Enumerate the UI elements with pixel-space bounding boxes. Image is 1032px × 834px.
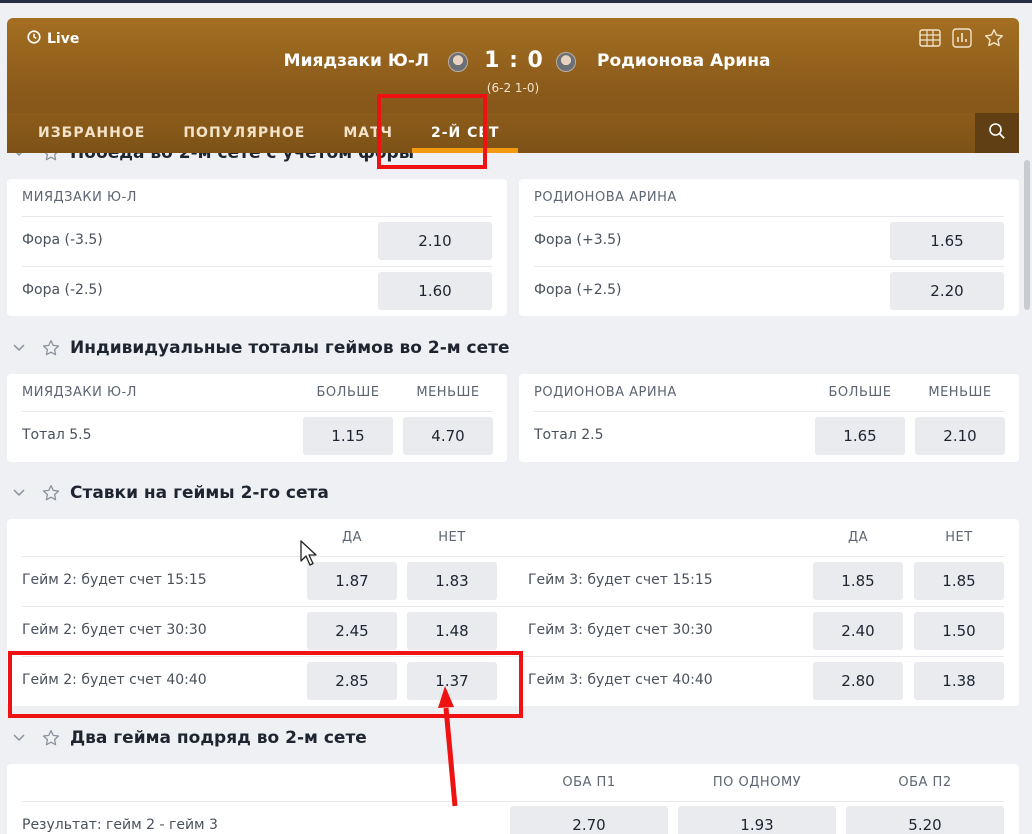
divider	[22, 266, 492, 267]
column-header: ОБА П2	[898, 775, 952, 790]
market-label: Фора (+2.5)	[534, 282, 622, 298]
page: Live Миядзаки Ю-Л 1 : 0 Родионова Арина …	[0, 0, 1032, 834]
odd-button[interactable]: 1.87	[307, 562, 397, 600]
two-games-card: ОБА П1 ПО ОДНОМУ ОБА П2 Результат: гейм …	[7, 764, 1019, 834]
totals-card-left: МИЯДЗАКИ Ю-Л БОЛЬШЕ МЕНЬШЕ Тотал 5.5 1.1…	[7, 374, 507, 462]
card-head: МИЯДЗАКИ Ю-Л	[22, 190, 137, 205]
odd-button[interactable]: 1.65	[815, 417, 905, 455]
section-title-two-games[interactable]: Два гейма подряд во 2-м сете	[0, 723, 600, 753]
market-label: Результат: гейм 2 - гейм 3	[22, 817, 218, 833]
team2-name[interactable]: Родионова Арина	[597, 51, 771, 71]
odd-button[interactable]: 4.70	[403, 417, 493, 455]
live-indicator: Live	[27, 30, 79, 48]
column-header: БОЛЬШЕ	[828, 385, 892, 400]
annotation-box-row	[8, 651, 523, 718]
column-header-no: НЕТ	[438, 530, 466, 545]
match-scoreline: Миядзаки Ю-Л 1 : 0 Родионова Арина	[7, 48, 1019, 78]
odd-button[interactable]: 1.85	[813, 562, 903, 600]
odd-button[interactable]: 1.38	[914, 662, 1004, 700]
market-label: Тотал 2.5	[534, 427, 604, 443]
odd-button[interactable]: 5.20	[846, 806, 1004, 834]
odd-button[interactable]: 1.60	[378, 272, 492, 310]
top-border	[0, 0, 1032, 3]
market-label: Фора (-2.5)	[22, 282, 103, 298]
divider	[534, 216, 1004, 217]
odd-button[interactable]: 2.80	[813, 662, 903, 700]
market-label: Гейм 3: будет счет 15:15	[528, 572, 713, 588]
tab-favorites-front[interactable]: ИЗБРАННОЕ	[19, 113, 164, 153]
star-icon[interactable]	[42, 339, 60, 357]
market-tabs-front: ИЗБРАННОЕ ПОПУЛЯРНОЕ МАТЧ 2-Й СЕТ	[7, 113, 1019, 153]
odd-button[interactable]: 1.65	[890, 222, 1004, 260]
section-title-games[interactable]: Ставки на геймы 2-го сета	[0, 478, 600, 508]
card-head: РОДИОНОВА АРИНА	[534, 190, 677, 205]
search-icon	[988, 122, 1006, 144]
odd-button[interactable]: 2.10	[915, 417, 1005, 455]
column-header-yes: ДА	[847, 530, 869, 545]
market-label: Тотал 5.5	[22, 427, 92, 443]
section-title-totals[interactable]: Индивидуальные тоталы геймов во 2-м сете	[0, 333, 600, 363]
divider	[22, 606, 1004, 607]
header-actions	[919, 28, 1005, 48]
odd-button[interactable]: 2.70	[510, 806, 668, 834]
odd-button[interactable]: 1.48	[407, 612, 497, 650]
column-header-no: НЕТ	[945, 530, 973, 545]
market-label: Гейм 3: будет счет 40:40	[528, 672, 713, 688]
odd-button[interactable]: 1.85	[914, 562, 1004, 600]
odd-button[interactable]: 1.50	[914, 612, 1004, 650]
market-label: Фора (-3.5)	[22, 232, 103, 248]
divider	[534, 411, 1004, 412]
column-header: ОБА П1	[562, 775, 616, 790]
odd-button[interactable]: 2.10	[378, 222, 492, 260]
scrollbar[interactable]	[1024, 160, 1030, 310]
odd-button[interactable]: 1.83	[407, 562, 497, 600]
table-icon[interactable]	[919, 28, 941, 48]
market-label: Фора (+3.5)	[534, 232, 622, 248]
search-button-front[interactable]	[975, 113, 1019, 153]
card-head: МИЯДЗАКИ Ю-Л	[22, 385, 137, 400]
star-icon[interactable]	[42, 729, 60, 747]
card-head: РОДИОНОВА АРИНА	[534, 385, 677, 400]
stats-icon[interactable]	[951, 28, 973, 48]
column-header: МЕНЬШЕ	[928, 385, 992, 400]
tab-popular-front[interactable]: ПОПУЛЯРНОЕ	[164, 113, 324, 153]
totals-card-right: РОДИОНОВА АРИНА БОЛЬШЕ МЕНЬШЕ Тотал 2.5 …	[519, 374, 1019, 462]
column-header: БОЛЬШЕ	[316, 385, 380, 400]
favorite-star-icon[interactable]	[983, 28, 1005, 48]
chevron-down-icon	[12, 341, 26, 355]
odd-button[interactable]: 2.40	[813, 612, 903, 650]
divider	[22, 801, 1004, 802]
market-label: Гейм 2: будет счет 15:15	[22, 572, 207, 588]
odd-button[interactable]: 2.45	[307, 612, 397, 650]
odd-button[interactable]: 1.93	[678, 806, 836, 834]
odd-button[interactable]: 2.20	[890, 272, 1004, 310]
handicap-card-right: РОДИОНОВА АРИНА Фора (+3.5) 1.65 Фора (+…	[519, 179, 1019, 316]
divider	[22, 556, 1004, 557]
divider	[22, 411, 492, 412]
column-header-yes: ДА	[341, 530, 363, 545]
divider	[22, 216, 492, 217]
star-icon[interactable]	[42, 484, 60, 502]
section-title-text: Два гейма подряд во 2-м сете	[70, 728, 367, 748]
annotation-box-tab	[377, 94, 487, 169]
section-title-text: Ставки на геймы 2-го сета	[70, 483, 329, 503]
market-label: Гейм 3: будет счет 30:30	[528, 622, 713, 638]
chevron-down-icon	[12, 731, 26, 745]
set-scores: (6-2 1-0)	[486, 81, 540, 95]
column-header: ПО ОДНОМУ	[712, 775, 802, 790]
section-title-text: Индивидуальные тоталы геймов во 2-м сете	[70, 338, 510, 358]
clock-icon	[27, 30, 41, 48]
market-label: Гейм 2: будет счет 30:30	[22, 622, 207, 638]
divider	[534, 266, 1004, 267]
mouse-cursor-icon	[300, 540, 317, 566]
match-score: 1 : 0	[484, 48, 544, 73]
team2-avatar	[556, 52, 576, 72]
odd-button[interactable]: 1.15	[303, 417, 393, 455]
chevron-down-icon	[12, 486, 26, 500]
live-label: Live	[47, 31, 80, 47]
column-header: МЕНЬШЕ	[416, 385, 480, 400]
handicap-card-left: МИЯДЗАКИ Ю-Л Фора (-3.5) 2.10 Фора (-2.5…	[7, 179, 507, 316]
